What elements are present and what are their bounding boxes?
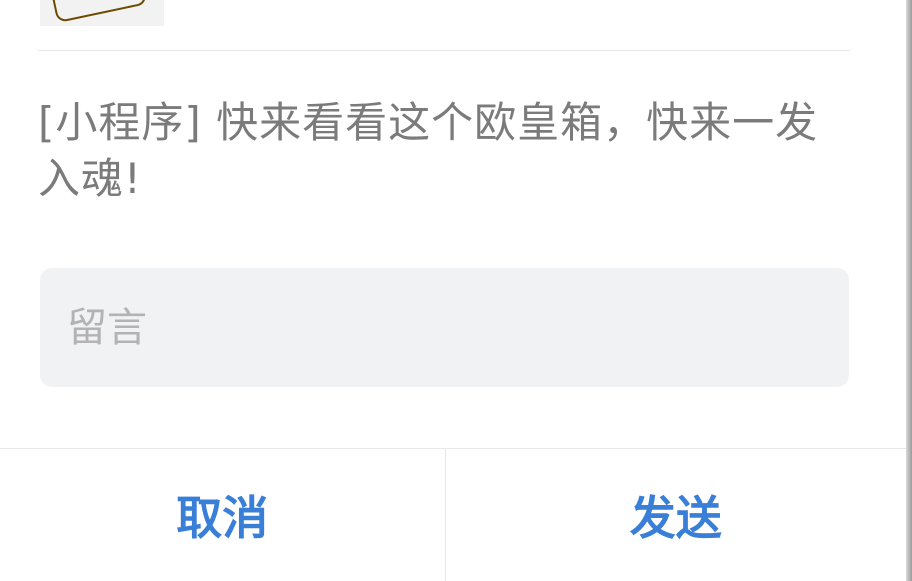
mini-program-thumbnail — [40, 0, 164, 26]
share-dialog: [小程序] 快来看看这个欧皇箱，快来一发入魂! 取消 发送 — [0, 0, 912, 581]
send-button[interactable]: 发送 — [445, 449, 906, 581]
box-icon — [48, 0, 148, 24]
cancel-button[interactable]: 取消 — [0, 449, 445, 581]
window-edge — [906, 0, 912, 581]
message-box[interactable] — [40, 268, 849, 387]
dialog-actions: 取消 发送 — [0, 449, 906, 581]
top-divider — [38, 50, 850, 51]
share-title: [小程序] 快来看看这个欧皇箱，快来一发入魂! — [38, 98, 819, 203]
message-input[interactable] — [40, 268, 849, 387]
